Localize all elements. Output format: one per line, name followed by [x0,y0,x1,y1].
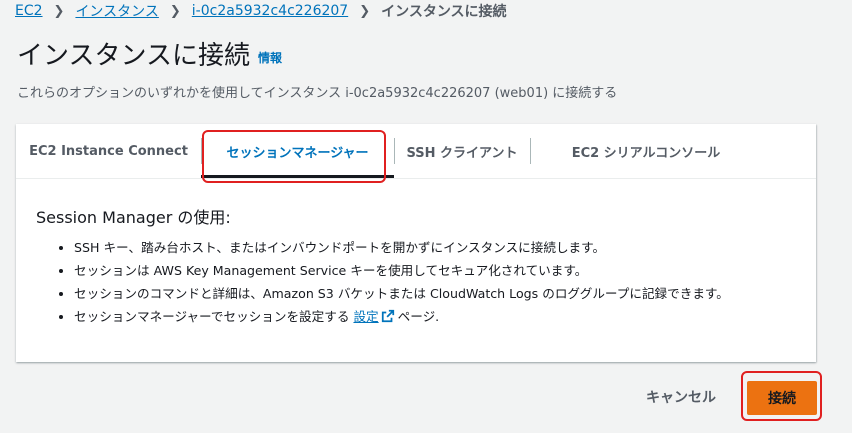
tab-ec2-instance-connect[interactable]: EC2 Instance Connect [16,124,201,178]
list-item: セッションマネージャーでセッションを設定する 設定 ページ. [74,305,729,328]
breadcrumb-ec2[interactable]: EC2 [15,3,43,19]
settings-text-suffix: ページ. [397,309,440,324]
chevron-right-icon: ❯ [359,3,371,19]
active-tab-indicator [201,175,394,178]
tab-divider [530,138,531,164]
page-title: インスタンスに接続 情報 [17,38,282,76]
tab-bar: EC2 Instance Connect セッションマネージャー SSH クライ… [16,124,816,179]
tab-ssh-client[interactable]: SSH クライアント [394,124,530,178]
list-item: SSH キー、踏み台ホスト、またはインバウンドポートを開かずにインスタンスに接続… [74,236,729,259]
info-link[interactable]: 情報 [258,51,282,65]
settings-text-prefix: セッションマネージャーでセッションを設定する [74,309,350,324]
page-title-text: インスタンスに接続 [17,41,250,71]
connect-options-panel: EC2 Instance Connect セッションマネージャー SSH クライ… [16,124,816,362]
external-link-icon[interactable] [381,309,395,323]
breadcrumb-current: インスタンスに接続 [381,4,507,20]
list-item: セッションは AWS Key Management Service キーを使用し… [74,259,729,282]
chevron-right-icon: ❯ [53,3,65,19]
breadcrumb-instances[interactable]: インスタンス [75,1,158,21]
tab-session-manager[interactable]: セッションマネージャー [201,124,394,178]
page-subtitle: これらのオプションのいずれかを使用してインスタンス i-0c2a5932c4c2… [17,86,618,101]
session-manager-features: SSH キー、踏み台ホスト、またはインバウンドポートを開かずにインスタンスに接続… [36,236,729,328]
list-item: セッションのコマンドと詳細は、Amazon S3 バケットまたは CloudWa… [74,282,729,305]
session-manager-heading: Session Manager の使用: [36,208,231,227]
chevron-right-icon: ❯ [169,3,181,19]
breadcrumb: EC2 ❯ インスタンス ❯ i-0c2a5932c4c226207 ❯ インス… [15,0,507,22]
connect-button[interactable]: 接続 [747,381,817,415]
breadcrumb-instance-id[interactable]: i-0c2a5932c4c226207 [192,3,348,19]
cancel-button[interactable]: キャンセル [634,380,728,414]
settings-link[interactable]: 設定 [353,309,378,324]
tab-ec2-serial-console[interactable]: EC2 シリアルコンソール [546,124,746,178]
